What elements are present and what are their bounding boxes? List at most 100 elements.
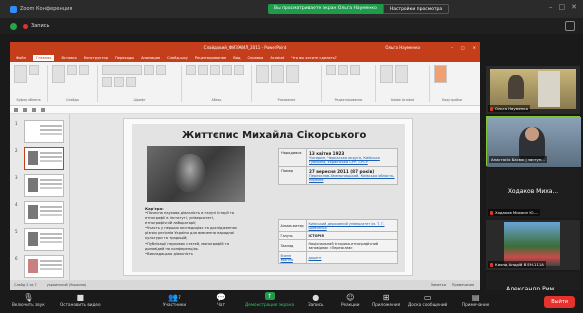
portrait-photo[interactable] xyxy=(147,146,245,202)
slide-thumbnail[interactable]: 4 xyxy=(15,201,64,224)
bullets-icon[interactable] xyxy=(186,65,196,75)
slide-canvas[interactable]: Життєпис Михайла Сікорського Кар'єра: •П… xyxy=(123,118,413,276)
ppt-minimize-icon[interactable]: – xyxy=(451,45,453,50)
bold-icon[interactable] xyxy=(156,65,166,75)
reset-icon[interactable] xyxy=(79,65,89,75)
undo-icon[interactable] xyxy=(23,107,27,112)
table-row: Вчене звання доцент xyxy=(278,251,398,264)
ppt-close-icon[interactable]: ✕ xyxy=(473,45,476,50)
close-icon[interactable]: ✕ xyxy=(571,3,577,11)
cut-icon[interactable] xyxy=(29,65,39,75)
record-button[interactable]: ● Запись xyxy=(308,292,324,308)
share-pdf-icon[interactable] xyxy=(395,65,408,83)
ppt-tell-me[interactable]: Что вы хотите сделать? xyxy=(291,56,337,60)
font-name-field[interactable] xyxy=(102,65,142,75)
reactions-button[interactable]: ☺ Реакции xyxy=(341,292,360,308)
career-info-table[interactable]: Альма-матер Київський державний універси… xyxy=(278,219,398,264)
layout-icon[interactable] xyxy=(67,65,77,75)
ppt-tab-home[interactable]: Главная xyxy=(32,54,55,61)
security-shield-icon[interactable] xyxy=(10,22,17,30)
notes-toolbar-button[interactable]: ▤ Примечание xyxy=(462,292,489,308)
redo-icon[interactable] xyxy=(32,107,36,112)
paste-icon[interactable] xyxy=(14,65,27,83)
font-color-icon[interactable] xyxy=(126,77,136,87)
arrange-icon[interactable] xyxy=(271,65,284,83)
video-background xyxy=(538,71,560,107)
whiteboard-button[interactable]: ▭ Доска сообщений xyxy=(408,292,447,308)
ppt-tab-insert[interactable]: Вставка xyxy=(61,56,76,60)
mute-button[interactable]: 🎙 Включить звук xyxy=(12,292,45,308)
participants-button[interactable]: 👥 7 Участники xyxy=(163,292,186,308)
died-place[interactable]: Переяслав-Хмельницький, Київська область… xyxy=(309,174,395,182)
slide-thumbnail[interactable]: 2 xyxy=(15,147,64,170)
slide-title[interactable]: Життєпис Михайла Сікорського xyxy=(182,130,366,141)
slide-thumbnails: 1 2 3 4 5 6 xyxy=(10,114,70,280)
alma-mater-value[interactable]: Київський державний університет ім. Т. Г… xyxy=(306,219,398,232)
group-label: Adobe Acrobat xyxy=(390,98,415,102)
ppt-tab-acrobat[interactable]: Acrobat xyxy=(270,56,284,60)
ppt-tab-animations[interactable]: Анимация xyxy=(141,56,160,60)
font-size-field[interactable] xyxy=(144,65,154,75)
status-right: Заметки Примечания xyxy=(431,283,474,287)
maximize-icon[interactable]: □ xyxy=(559,3,566,11)
slide-thumbnail[interactable]: 1 xyxy=(15,120,64,143)
ribbon-group-slides: Слайды xyxy=(52,65,98,102)
participant-video xyxy=(490,69,576,109)
video-button[interactable]: ■ Остановить видео xyxy=(60,292,101,308)
ppt-tab-transitions[interactable]: Переходы xyxy=(115,56,134,60)
participant-name: Киянд Андрій В ЕН-111А xyxy=(495,262,544,267)
slide-thumbnail[interactable]: 5 xyxy=(15,228,64,251)
ppt-tab-file[interactable]: Файл xyxy=(16,56,26,60)
notes-button[interactable]: Заметки xyxy=(431,283,446,287)
find-icon[interactable] xyxy=(326,65,336,75)
select-icon[interactable] xyxy=(350,65,360,75)
view-options-button[interactable]: Настройки просмотра xyxy=(382,4,450,14)
share-screen-button[interactable]: ↑ Демонстрация экрана xyxy=(245,292,294,307)
ppt-tab-help[interactable]: Справка xyxy=(247,56,263,60)
leave-button[interactable]: Выйти xyxy=(544,296,575,308)
align-center-icon[interactable] xyxy=(222,65,232,75)
create-pdf-icon[interactable] xyxy=(380,65,393,83)
born-place[interactable]: Чигирин, Черкаська округа, Київська губе… xyxy=(309,156,395,164)
quick-styles-icon[interactable] xyxy=(286,65,299,83)
shapes-icon[interactable] xyxy=(256,65,269,83)
save-icon[interactable] xyxy=(14,107,18,112)
numbering-icon[interactable] xyxy=(198,65,208,75)
align-right-icon[interactable] xyxy=(234,65,244,75)
degree-value[interactable]: доцент xyxy=(306,251,398,264)
microphone-icon: 🎙 xyxy=(23,292,34,302)
language-indicator[interactable]: украинский (Украина) xyxy=(47,283,87,287)
ppt-tab-view[interactable]: Вид xyxy=(233,56,240,60)
slide-thumbnail[interactable]: 3 xyxy=(15,174,64,197)
addins-icon[interactable] xyxy=(434,65,447,83)
align-left-icon[interactable] xyxy=(210,65,220,75)
apps-button[interactable]: ⊞ Приложения xyxy=(372,292,400,308)
degree-label[interactable]: Вчене звання xyxy=(278,251,307,264)
participant-tile[interactable]: Анастасія Басюк | заступ... xyxy=(486,116,581,167)
new-slide-icon[interactable] xyxy=(52,65,65,83)
minimize-icon[interactable]: – xyxy=(549,3,553,11)
fullscreen-icon[interactable] xyxy=(565,21,575,31)
ribbon-group-addins: Надстройки xyxy=(434,65,474,102)
ppt-tab-review[interactable]: Рецензирование xyxy=(195,56,226,60)
comments-button[interactable]: Примечания xyxy=(452,283,474,287)
record-label: Запись xyxy=(308,302,324,307)
chat-button[interactable]: 💬 Чат xyxy=(216,292,226,308)
institution-label: Заклад xyxy=(278,239,307,252)
ppt-tab-design[interactable]: Конструктор xyxy=(84,56,108,60)
ppt-tab-slideshow[interactable]: Слайд-шоу xyxy=(167,56,188,60)
replace-icon[interactable] xyxy=(338,65,348,75)
start-slideshow-icon[interactable] xyxy=(41,107,45,112)
video-person xyxy=(508,75,524,99)
born-label: Народився xyxy=(278,148,307,167)
bio-textbox[interactable]: Кар'єра: •Почесна наукова діяльність в г… xyxy=(145,206,265,266)
participant-tile[interactable]: Ходаков Миха... Ходаков Михаил Ю-... xyxy=(486,168,580,218)
ppt-maximize-icon[interactable]: □ xyxy=(461,45,465,50)
bio-info-table[interactable]: Народився 13 квітня 1923 Чигирин, Черкас… xyxy=(278,148,398,185)
italic-icon[interactable] xyxy=(102,77,112,87)
participant-tile[interactable]: Ольга Науменко xyxy=(486,66,580,114)
slide-thumbnail[interactable]: 6 xyxy=(15,255,64,278)
underline-icon[interactable] xyxy=(114,77,124,87)
participant-tile[interactable]: Киянд Андрій В ЕН-111А xyxy=(486,220,580,270)
chat-label: Чат xyxy=(217,302,225,307)
